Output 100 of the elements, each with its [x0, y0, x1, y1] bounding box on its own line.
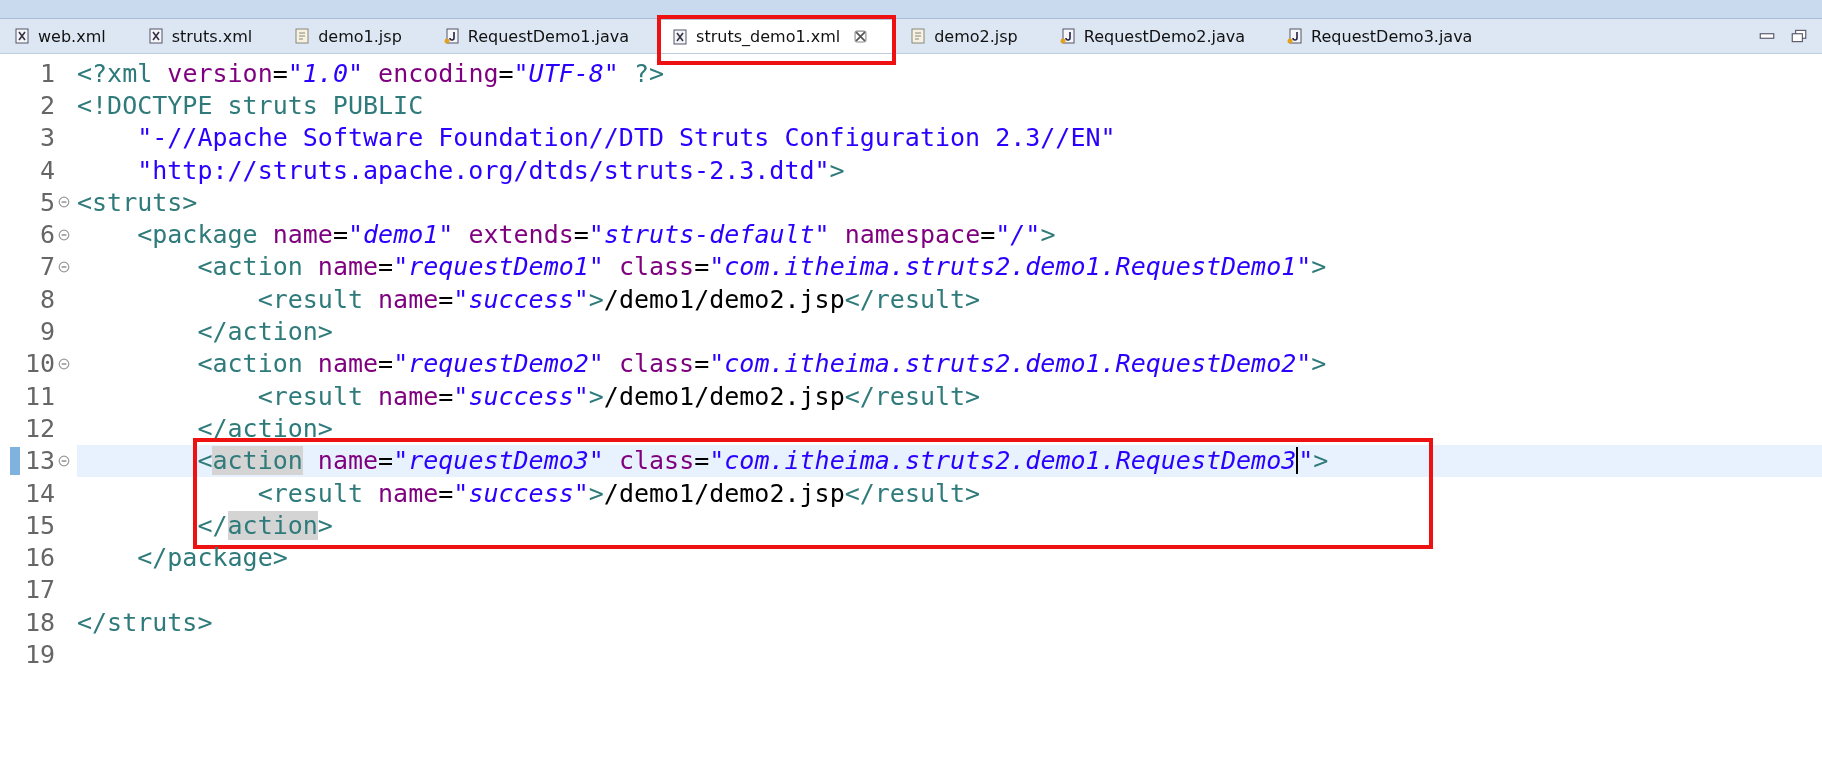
code-text: = — [694, 446, 710, 476]
code-value: "success" — [453, 381, 589, 411]
code-tag: </struts> — [77, 607, 213, 637]
code-attribute: class — [618, 252, 695, 282]
document-icon — [910, 28, 927, 44]
editor-tab[interactable]: demo1.jsp — [280, 19, 430, 53]
code-tag: < — [197, 446, 213, 476]
collapse-icon[interactable] — [58, 357, 70, 370]
code-text: = — [272, 58, 288, 88]
editor-tab[interactable]: RequestDemo2.java — [1045, 19, 1274, 53]
xml-file-icon — [14, 28, 30, 44]
line-number: 8 — [39, 284, 55, 314]
code-value: "struts-default" — [588, 220, 830, 250]
code-text: = — [980, 220, 996, 250]
editor-tab[interactable]: struts.xml — [133, 19, 281, 53]
code-text: = — [573, 220, 589, 250]
editor-tab[interactable]: RequestDemo1.java — [429, 19, 658, 53]
matched-tag: action — [212, 446, 303, 476]
code-text: = — [332, 220, 348, 250]
code-text: = — [378, 252, 394, 282]
line-number: 12 — [24, 413, 55, 443]
code-tag: <action — [197, 252, 303, 282]
code-attribute: name — [317, 446, 379, 476]
code-attribute: version — [167, 58, 273, 88]
code-tag: </package> — [137, 543, 288, 573]
code-string: "http://struts.apache.org/dtds/struts-2.3.dtd" — [137, 155, 830, 185]
code-text: = — [498, 58, 514, 88]
code-tag: <struts> — [77, 187, 198, 217]
code-text: = — [438, 284, 454, 314]
editor-tab[interactable]: demo2.jsp — [896, 19, 1046, 53]
line-number: 16 — [24, 543, 55, 573]
code-text: = — [438, 381, 454, 411]
line-number: 10 — [24, 349, 55, 379]
code-attribute: class — [618, 349, 695, 379]
code-attribute: encoding — [378, 58, 499, 88]
line-number: 5 — [39, 187, 55, 217]
code-tag: > — [588, 478, 604, 508]
collapse-icon[interactable] — [58, 260, 70, 273]
code-attribute: extends — [468, 220, 574, 250]
matched-tag: action — [227, 510, 318, 540]
line-number: 15 — [24, 510, 55, 540]
restore-icon[interactable] — [1790, 29, 1808, 43]
close-icon[interactable] — [854, 30, 868, 43]
code-tag: > — [588, 381, 604, 411]
collapse-icon[interactable] — [58, 228, 70, 241]
code-value: " — [1298, 446, 1314, 476]
code-tag: </result> — [844, 284, 981, 314]
code-tag: <result — [257, 478, 363, 508]
line-number: 7 — [39, 252, 55, 282]
code-value: "success" — [453, 284, 589, 314]
line-number: 9 — [39, 317, 55, 346]
line-number: 3 — [39, 123, 55, 153]
code-text: = — [438, 478, 454, 508]
editor-tab[interactable]: web.xml — [0, 19, 134, 53]
code-value: "requestDemo2" — [393, 349, 604, 379]
xml-file-icon — [672, 28, 689, 45]
code-tag: </action> — [197, 413, 333, 443]
code-value: "success" — [453, 478, 589, 508]
document-icon — [294, 28, 311, 44]
code-attribute: class — [618, 446, 695, 476]
code-attribute: name — [378, 478, 439, 508]
code-tag: <result — [257, 284, 363, 314]
code-tag: > — [1311, 349, 1327, 379]
code-tag: > — [317, 510, 333, 540]
code-value: "/" — [995, 220, 1041, 250]
line-number: 6 — [39, 220, 55, 250]
editor-tab[interactable]: RequestDemo3.java — [1273, 19, 1501, 53]
line-number: 18 — [24, 607, 55, 637]
collapse-icon[interactable] — [58, 454, 70, 467]
code-value: "com.itheima.struts2.demo1.RequestDemo1" — [709, 252, 1312, 282]
code-text: /demo1/demo2.jsp — [603, 284, 845, 314]
line-number: 11 — [24, 381, 55, 411]
code-text: = — [694, 349, 710, 379]
code-tag: </result> — [844, 381, 981, 411]
code-text: /demo1/demo2.jsp — [603, 478, 845, 508]
code-tag: ?> — [634, 58, 665, 88]
code-attribute: name — [317, 349, 379, 379]
collapse-icon[interactable] — [58, 196, 70, 209]
code-tag: </action> — [197, 317, 333, 346]
code-tag: > — [588, 284, 604, 314]
code-text: = — [378, 446, 394, 476]
code-value: "requestDemo3" — [393, 446, 604, 476]
code-value: "requestDemo1" — [393, 252, 604, 282]
code-tag: <package — [137, 220, 258, 250]
code-tag: <!DOCTYPE struts PUBLIC — [77, 90, 424, 120]
code-text: = — [694, 252, 710, 282]
code-attribute: name — [378, 284, 439, 314]
code-tag: > — [829, 155, 845, 185]
code-attribute: name — [272, 220, 333, 250]
line-number: 13 — [24, 446, 55, 476]
line-number: 4 — [39, 155, 55, 185]
line-number: 19 — [24, 640, 55, 669]
code-attribute: name — [378, 381, 439, 411]
xml-file-icon — [147, 28, 164, 44]
code-tag: > — [1040, 220, 1056, 250]
line-number: 1 — [39, 58, 55, 88]
code-text: /demo1/demo2.jsp — [603, 381, 845, 411]
code-value: "com.itheima.struts2.demo1.RequestDemo3 — [709, 446, 1297, 476]
code-text: = — [378, 349, 394, 379]
code-tag: </ — [197, 510, 228, 540]
